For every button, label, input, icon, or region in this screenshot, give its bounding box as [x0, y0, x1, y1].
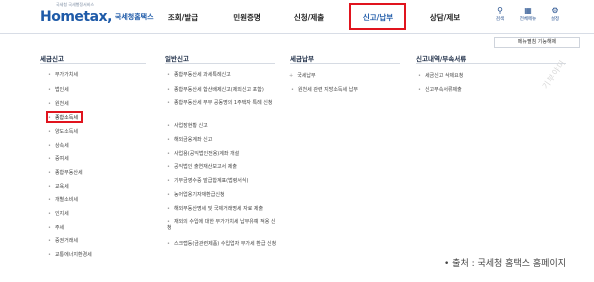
- menu-item-general-8[interactable]: • 기부금영수증 발급합계표(법령서식): [167, 178, 277, 184]
- logo-text: Hometax,: [40, 9, 112, 25]
- menu-item-income-tax[interactable]: • 종합소득세: [48, 115, 78, 121]
- nav-consult[interactable]: 상담/제보: [420, 0, 470, 34]
- menu-item-general-12[interactable]: • 스크랩등(금관련제품) 수입업자 부가세 환급 신청: [167, 241, 277, 247]
- menu-item-general-6[interactable]: • 사업용(공익법인전용)계좌 개설: [167, 151, 277, 157]
- menu-grid-icon: ▦: [524, 6, 532, 15]
- menu-item-vat[interactable]: • 부가가치세: [48, 72, 78, 78]
- menu-item-stamp-tax[interactable]: • 인지세: [48, 211, 69, 217]
- menu-item-tax-payment[interactable]: + 국세납부: [289, 73, 316, 79]
- nav-inquiry[interactable]: 조회/발급: [160, 0, 206, 34]
- menu-item-transfer-income-tax[interactable]: • 양도소득세: [48, 129, 78, 135]
- menu-item-excise-tax[interactable]: • 개별소비세: [48, 197, 78, 203]
- menu-item-general-3[interactable]: • 종합부동산세 부부 공동명의 1주택자 특례 신청: [167, 100, 277, 106]
- column-divider: [416, 63, 566, 64]
- util-search[interactable]: ⚲ 검색: [486, 6, 514, 22]
- util-settings-label: 설정: [550, 17, 560, 22]
- menu-item-general-1[interactable]: • 종합부동산세 과세특례신고: [167, 72, 277, 78]
- col-title-general-filing: 일반신고: [165, 55, 189, 63]
- menu-item-withholding-tax[interactable]: • 원천세: [48, 101, 69, 107]
- menu-item-general-7[interactable]: • 공익법인 출연재산보고서 제출: [167, 164, 277, 170]
- menu-item-corporate-tax[interactable]: • 법인세: [48, 87, 69, 93]
- source-caption: • 출처 : 국세청 홈택스 홈페이지: [444, 259, 567, 269]
- nav-apply[interactable]: 신청/제출: [284, 0, 334, 34]
- menu-item-general-11[interactable]: • 재외의 수입에 대한 부가가치세 납부유예 적용 신청: [167, 219, 277, 231]
- menu-item-general-9[interactable]: • 농어업용기자재환급신청: [167, 192, 277, 198]
- menu-item-attachment-submit[interactable]: • 신고부속서류제출: [418, 87, 462, 93]
- util-settings[interactable]: ⚙ 설정: [541, 6, 569, 22]
- menu-item-inheritance-tax[interactable]: • 상속세: [48, 143, 69, 149]
- menu-item-comprehensive-real-estate-tax[interactable]: • 종합부동산세: [48, 170, 83, 176]
- column-divider: [290, 63, 400, 64]
- search-icon: ⚲: [497, 6, 503, 15]
- hometax-logo[interactable]: Hometax, 국세청홈택스: [40, 6, 154, 28]
- col-title-tax-payment: 세금납부: [290, 55, 314, 63]
- col-title-tax-filing: 세금신고: [40, 55, 64, 63]
- menu-item-delete-request[interactable]: • 세금신고 삭제요청: [418, 73, 463, 79]
- util-search-label: 검색: [495, 17, 505, 22]
- menu-item-general-10[interactable]: • 해외부동산명세 및 국제거래명세 자료 제출: [167, 206, 277, 212]
- column-divider: [165, 63, 275, 64]
- menu-item-securities-tax[interactable]: • 증권거래세: [48, 238, 78, 244]
- menu-item-general-5[interactable]: • 해외금융계좌 신고: [167, 137, 277, 143]
- top-header: 국세청 국세행정서비스 Hometax, 국세청홈택스 조회/발급 민원증명 신…: [0, 0, 594, 34]
- menu-item-general-4[interactable]: • 사업장현황 신고: [167, 123, 277, 129]
- menu-expand-toggle-button[interactable]: 메뉴펼침 기능해제: [494, 37, 580, 48]
- menu-item-general-2[interactable]: • 종합부동산세 합산배제신고(제외신고 포함): [167, 87, 277, 93]
- nav-certificate[interactable]: 민원증명: [222, 0, 272, 34]
- nav-highlight-box: [349, 3, 406, 30]
- menu-item-education-tax[interactable]: • 교육세: [48, 184, 69, 190]
- menu-item-traffic-energy-tax[interactable]: • 교통에너지환경세: [48, 252, 92, 258]
- menu-item-gift-tax[interactable]: • 증여세: [48, 156, 69, 162]
- menu-item-liquor-tax[interactable]: • 주세: [48, 225, 64, 231]
- column-divider: [40, 63, 146, 64]
- util-all-menu-label: 전체메뉴: [519, 17, 537, 22]
- util-all-menu[interactable]: ▦ 전체메뉴: [514, 6, 542, 22]
- menu-item-local-income-tax-payment[interactable]: • 원천세 관련 지방소득세 납부: [291, 87, 358, 93]
- logo-subtitle: 국세청홈택스: [114, 13, 154, 21]
- col-title-filing-history: 신고내역/부속서류: [416, 55, 467, 63]
- gear-icon: ⚙: [551, 6, 559, 15]
